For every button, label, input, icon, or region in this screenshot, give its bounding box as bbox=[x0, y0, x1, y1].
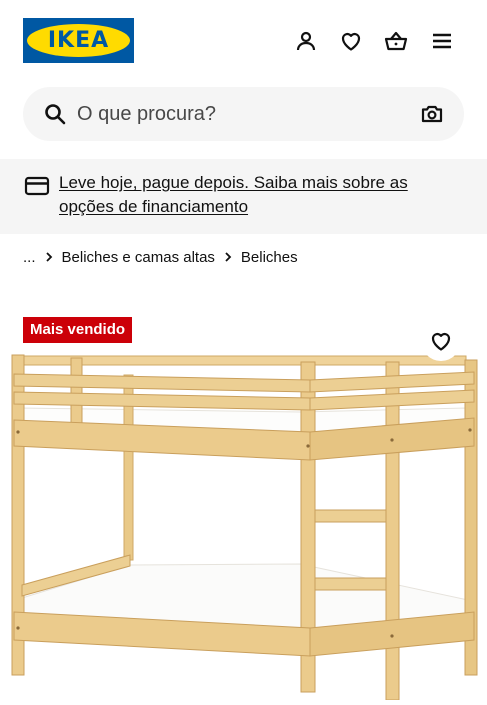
logo-text: IKEA bbox=[47, 28, 110, 53]
search-bar[interactable] bbox=[23, 87, 464, 141]
menu-icon[interactable] bbox=[427, 26, 457, 56]
search-input[interactable] bbox=[77, 87, 397, 141]
best-seller-badge: Mais vendido bbox=[23, 317, 133, 343]
heart-icon[interactable] bbox=[336, 26, 366, 56]
search-icon[interactable] bbox=[43, 102, 67, 131]
user-icon[interactable] bbox=[291, 26, 321, 56]
breadcrumb: ... Beliches e camas altas Beliches bbox=[23, 246, 298, 268]
breadcrumb-item-bunk-beds[interactable]: Beliches bbox=[241, 249, 298, 266]
basket-icon[interactable] bbox=[381, 26, 411, 56]
product-image[interactable] bbox=[0, 345, 487, 701]
top-header: IKEA bbox=[0, 0, 487, 84]
ikea-logo[interactable]: IKEA bbox=[23, 18, 134, 63]
chevron-right-icon bbox=[224, 251, 232, 263]
heart-icon bbox=[431, 332, 451, 351]
breadcrumb-ellipsis[interactable]: ... bbox=[23, 249, 36, 266]
financing-link[interactable]: Leve hoje, pague depois. Saiba mais sobr… bbox=[59, 171, 464, 219]
breadcrumb-item-bunk-and-loft-beds[interactable]: Beliches e camas altas bbox=[62, 249, 215, 266]
credit-card-icon bbox=[24, 175, 50, 202]
chevron-right-icon bbox=[45, 251, 53, 263]
add-to-favourites-button[interactable] bbox=[421, 321, 461, 361]
camera-search-icon[interactable] bbox=[420, 102, 444, 131]
financing-banner: Leve hoje, pague depois. Saiba mais sobr… bbox=[0, 159, 487, 234]
logo-oval: IKEA bbox=[27, 24, 130, 57]
